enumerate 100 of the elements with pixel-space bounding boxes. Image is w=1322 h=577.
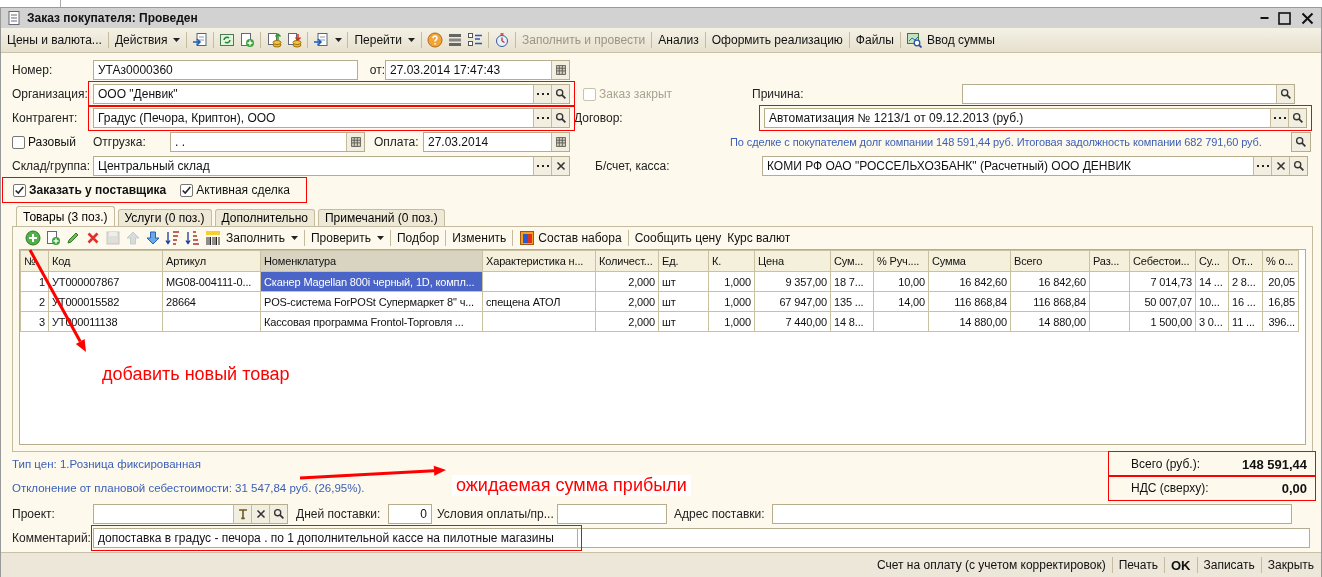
- column-header[interactable]: Сум...: [830, 250, 874, 272]
- column-header[interactable]: Артикул: [162, 250, 261, 272]
- search-button[interactable]: [551, 109, 569, 127]
- table-cell: 7 014,73: [1129, 271, 1196, 292]
- reason-field[interactable]: [962, 84, 1295, 104]
- footer-button[interactable]: Печать: [1115, 555, 1161, 575]
- table-cell: 11 ...: [1228, 311, 1263, 332]
- column-header[interactable]: Ед.: [658, 250, 709, 272]
- checkbox[interactable]: Разовый: [12, 135, 93, 149]
- number-field[interactable]: УТАз0000360: [93, 60, 358, 80]
- date-field[interactable]: 27.03.2014 17:47:43: [385, 60, 570, 80]
- tab[interactable]: Примечаний (0 поз.): [318, 209, 445, 226]
- checkbox[interactable]: Заказать у поставщика: [13, 183, 167, 197]
- field-label: Проект:: [12, 507, 56, 521]
- delete-icon: [85, 230, 101, 246]
- table-cell: 3: [20, 311, 49, 332]
- menu-button[interactable]: Проверить: [307, 228, 387, 248]
- select-button[interactable]: [1253, 157, 1271, 175]
- table-cell: УТ000007867: [48, 271, 163, 292]
- toolbar-button[interactable]: Изменить: [449, 228, 510, 248]
- clear-button[interactable]: [1271, 157, 1289, 175]
- table-cell: 135 ...: [830, 291, 874, 312]
- search-button[interactable]: [1288, 109, 1306, 127]
- table-cell: 16,85: [1262, 291, 1299, 312]
- payment-terms-field[interactable]: [557, 504, 667, 524]
- tab[interactable]: Товары (3 поз.): [16, 206, 115, 226]
- tab[interactable]: Дополнительно: [214, 209, 315, 226]
- clear-button[interactable]: [551, 157, 569, 175]
- select-button[interactable]: [1270, 109, 1288, 127]
- toolbar-icon-button[interactable]: [904, 30, 924, 50]
- toolbar-button[interactable]: Курс валют: [724, 228, 794, 248]
- column-header[interactable]: Всего: [1010, 250, 1090, 272]
- toolbar-button[interactable]: Анализ: [655, 30, 702, 50]
- maximize-icon: [1277, 10, 1292, 26]
- column-header[interactable]: К.: [708, 250, 755, 272]
- shipment-date-field[interactable]: . .: [170, 132, 365, 152]
- maximize-button[interactable]: [1275, 9, 1294, 27]
- clear-button[interactable]: [251, 505, 269, 523]
- document-icon: [6, 10, 22, 26]
- total-value: 0,00: [1281, 480, 1307, 496]
- select-button[interactable]: [533, 157, 551, 175]
- footer-button[interactable]: Закрыть: [1264, 555, 1317, 575]
- table-cell: 1 500,00: [1129, 311, 1196, 332]
- search-button[interactable]: [1291, 132, 1311, 152]
- search-button[interactable]: [1289, 157, 1307, 175]
- annotation-text: добавить новый товар: [101, 364, 291, 385]
- warehouse-field[interactable]: Центральный склад: [93, 156, 570, 176]
- menu-button[interactable]: Заполнить: [223, 228, 301, 248]
- menu-button[interactable]: Действия: [111, 30, 184, 50]
- caret-icon: [173, 38, 181, 42]
- table-cell: спещена АТОЛ: [482, 291, 596, 312]
- column-header[interactable]: Раз...: [1089, 250, 1130, 272]
- field-label: Комментарий:: [12, 531, 92, 545]
- column-header[interactable]: Количест...: [595, 250, 659, 272]
- tab[interactable]: Услуги (0 поз.): [117, 209, 212, 226]
- project-field[interactable]: [93, 504, 288, 524]
- footer-button[interactable]: Счет на оплату (с учетом корректировок): [873, 555, 1109, 575]
- search-button[interactable]: [1276, 85, 1294, 103]
- text-button[interactable]: [233, 505, 251, 523]
- table-cell: 2,000: [595, 311, 659, 332]
- field-label: Организация:: [12, 87, 89, 101]
- counterparty-field[interactable]: Градус (Печора, Криптон), ООО: [93, 108, 570, 128]
- comment-field[interactable]: допоставка в градус - печора . по 1 дополнительной кассе на пилотные магазины: [93, 528, 577, 548]
- toolbar-button[interactable]: Оформить реализацию: [708, 30, 846, 50]
- select-button[interactable]: [533, 85, 551, 103]
- organization-field[interactable]: ООО "Денвик": [93, 84, 570, 104]
- table-cell: 1,000: [708, 291, 755, 312]
- footer-button[interactable]: Записать: [1200, 555, 1258, 575]
- address-field[interactable]: [772, 504, 1292, 524]
- toolbar-button[interactable]: Ввод суммы: [924, 30, 998, 50]
- column-header[interactable]: Цена: [754, 250, 831, 272]
- column-header[interactable]: % о...: [1262, 250, 1299, 272]
- footer-button[interactable]: OK: [1168, 555, 1194, 575]
- column-header[interactable]: Сумма: [928, 250, 1011, 272]
- search-button[interactable]: [551, 85, 569, 103]
- toolbar-icon-button[interactable]: [203, 228, 223, 248]
- toolbar-button[interactable]: Сообщить цену: [631, 228, 725, 248]
- column-header[interactable]: % Руч....: [873, 250, 929, 272]
- column-header[interactable]: Су...: [1195, 250, 1229, 272]
- toolbar-button[interactable]: Цены и валюта...: [4, 30, 105, 50]
- column-header[interactable]: Код: [48, 250, 163, 272]
- column-header[interactable]: Себестои...: [1129, 250, 1196, 272]
- select-button[interactable]: [533, 109, 551, 127]
- calendar-button[interactable]: [346, 133, 364, 151]
- menu-button[interactable]: Перейти: [351, 30, 418, 50]
- column-header[interactable]: Характеристика н...: [482, 250, 596, 272]
- checkbox[interactable]: Активная сделка: [180, 183, 290, 197]
- toolbar-button[interactable]: Файлы: [852, 30, 897, 50]
- search-button[interactable]: [269, 505, 287, 523]
- column-header[interactable]: Номенклатура: [260, 250, 483, 272]
- payment-date-field[interactable]: 27.03.2014: [423, 132, 570, 152]
- table-cell: 14,00: [873, 291, 929, 312]
- column-header[interactable]: От...: [1228, 250, 1263, 272]
- toolbar-button[interactable]: Состав набора: [516, 228, 625, 248]
- account-field[interactable]: КОМИ РФ ОАО "РОССЕЛЬХОЗБАНК" (Расчетный) ООО ДЕНВИК: [762, 156, 1308, 176]
- toolbar-button[interactable]: Подбор: [393, 228, 443, 248]
- calendar-button[interactable]: [551, 61, 569, 79]
- contract-field[interactable]: Автоматизация № 1213/1 от 09.12.2013 (руб.): [764, 108, 1307, 128]
- delivery-days-field[interactable]: 0: [388, 504, 432, 524]
- calendar-button[interactable]: [551, 133, 569, 151]
